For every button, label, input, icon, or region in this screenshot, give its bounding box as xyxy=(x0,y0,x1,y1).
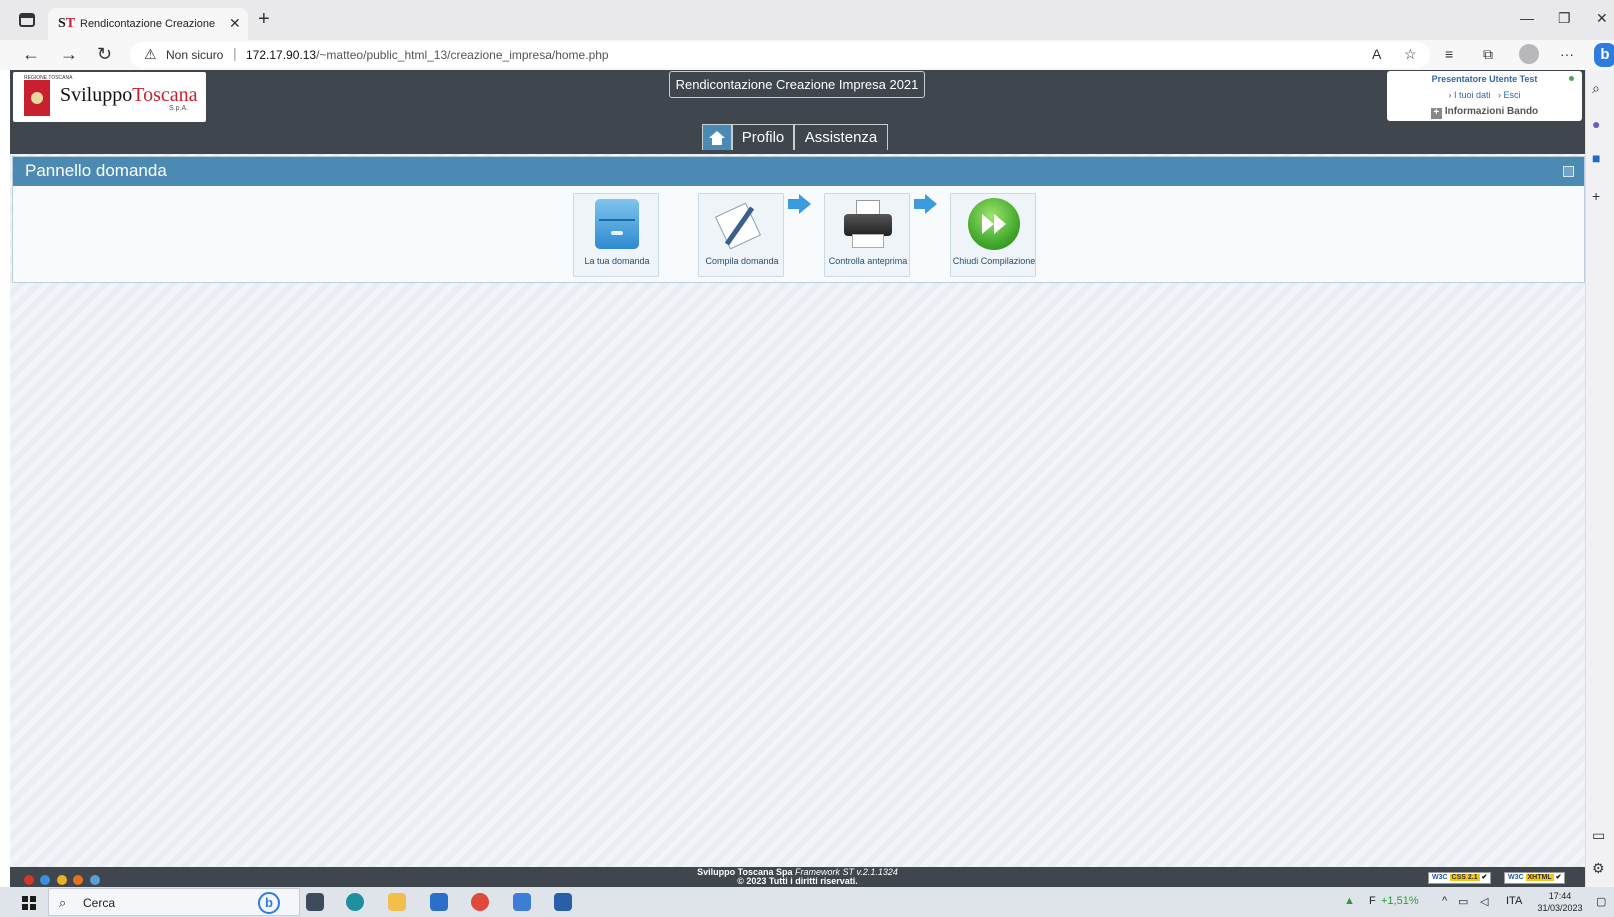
photos-icon[interactable] xyxy=(554,893,572,911)
more-icon[interactable]: ··· xyxy=(1560,46,1574,62)
step-controlla-anteprima[interactable]: Controlla anteprima xyxy=(824,193,910,277)
site-footer: Sviluppo Toscana Spa Framework ST v.2.1.… xyxy=(10,867,1585,887)
arrow-right-icon xyxy=(914,194,938,214)
notifications-icon[interactable]: ▢ xyxy=(1596,895,1606,908)
panel-title: Pannello domanda xyxy=(25,161,167,180)
clock-time: 17:44 xyxy=(1548,891,1572,901)
step-compila-domanda[interactable]: Compila domanda xyxy=(698,193,784,277)
browser-tab-bar: ST Rendicontazione Creazione Impr ✕ + — … xyxy=(0,0,1614,40)
tools-icon[interactable]: ● xyxy=(1592,116,1600,132)
fast-forward-icon xyxy=(968,198,1020,250)
sidebar-toggle-icon[interactable]: ▭ xyxy=(1592,827,1605,843)
taskbar-search[interactable]: ⌕ Cerca b xyxy=(48,888,300,916)
warning-icon: ⚠ xyxy=(144,46,157,62)
search-icon[interactable]: ⌕ xyxy=(1592,80,1600,96)
stock-trend-icon[interactable]: ▲ xyxy=(1344,895,1355,907)
favicon: ST xyxy=(58,16,76,31)
close-tab-icon[interactable]: ✕ xyxy=(229,15,241,32)
footer-text: Sviluppo Toscana Spa Framework ST v.2.1.… xyxy=(697,867,898,886)
nav-assistenza[interactable]: Assistenza xyxy=(794,124,888,150)
tab-actions-icon[interactable] xyxy=(19,13,35,27)
notepad-icon[interactable] xyxy=(513,893,531,911)
restore-icon[interactable]: ❐ xyxy=(1558,10,1571,27)
logo-spa: S.p.A. xyxy=(169,105,189,112)
nav-profilo[interactable]: Profilo xyxy=(732,124,794,150)
windows-taskbar: ⌕ Cerca b ▲ F +1,51% ^ ▭ ◁ ITA 17:44 31/… xyxy=(0,887,1614,917)
panel-collapse-icon[interactable] xyxy=(1563,166,1574,177)
reload-icon[interactable]: ↻ xyxy=(97,43,112,65)
collections-icon[interactable]: ⧉ xyxy=(1483,46,1493,63)
w3c-xhtml-badge[interactable]: W3C XHTML ✔ xyxy=(1504,872,1566,884)
web-page: REGIONE TOSCANA SviluppoToscana S.p.A. R… xyxy=(10,70,1585,887)
url-field[interactable]: ⚠ Non sicuro | 172.17.90.13/~matteo/publ… xyxy=(130,42,1430,68)
site-logo[interactable]: REGIONE TOSCANA SviluppoToscana S.p.A. xyxy=(13,72,206,122)
step-label: La tua domanda xyxy=(584,256,650,266)
outlook-icon[interactable]: ■ xyxy=(1592,150,1600,166)
cabinet-icon xyxy=(595,199,639,249)
settings-icon[interactable]: ⚙ xyxy=(1592,860,1605,876)
bing-chat-icon[interactable]: b xyxy=(1594,43,1614,67)
app-title: Rendicontazione Creazione Impresa 2021 xyxy=(669,71,925,98)
pen-paper-icon xyxy=(714,202,762,250)
my-data-link[interactable]: › I tuoi dati xyxy=(1448,90,1490,100)
task-view-icon[interactable] xyxy=(306,893,324,911)
tray-chevron-icon[interactable]: ^ xyxy=(1442,895,1447,907)
user-name: Presentatore Utente Test xyxy=(1431,74,1538,84)
w3c-css-badge[interactable]: W3C CSS 2.1 ✔ xyxy=(1428,872,1492,884)
bing-icon[interactable]: b xyxy=(258,892,280,914)
read-aloud-icon[interactable]: A xyxy=(1372,46,1381,62)
site-header: REGIONE TOSCANA SviluppoToscana S.p.A. R… xyxy=(10,70,1585,154)
add-icon[interactable]: + xyxy=(1592,188,1600,204)
pannello-domanda: Pannello domanda La tua domanda Compila … xyxy=(12,156,1585,283)
profile-avatar[interactable] xyxy=(1519,44,1539,64)
clock[interactable]: 17:44 31/03/2023 xyxy=(1532,890,1588,914)
user-box: Presentatore Utente Test › I tuoi dati ›… xyxy=(1387,71,1582,121)
stock-letter[interactable]: F xyxy=(1369,895,1376,907)
language-indicator[interactable]: ITA xyxy=(1506,895,1522,907)
not-secure-label: Non sicuro xyxy=(166,48,224,62)
nav-home[interactable] xyxy=(702,124,732,150)
stock-change[interactable]: +1,51% xyxy=(1381,895,1419,907)
volume-muted-icon[interactable]: ◁ xyxy=(1480,895,1488,908)
step-la-tua-domanda[interactable]: La tua domanda xyxy=(573,193,659,277)
url-text: 172.17.90.13/~matteo/public_html_13/crea… xyxy=(246,48,609,62)
user-links: › I tuoi dati › Esci xyxy=(1387,90,1582,100)
region-shield-icon xyxy=(24,80,50,116)
arrow-right-icon xyxy=(788,194,812,214)
outlook-icon[interactable] xyxy=(430,893,448,911)
chrome-icon[interactable] xyxy=(471,893,489,911)
browser-tab[interactable]: ST Rendicontazione Creazione Impr ✕ xyxy=(48,8,248,40)
step-label: Compila domanda xyxy=(705,256,779,266)
favorites-icon[interactable]: ≡ xyxy=(1445,46,1453,62)
network-icon[interactable]: ▭ xyxy=(1458,895,1468,908)
edge-icon[interactable] xyxy=(346,893,364,911)
info-bando-link[interactable]: + Informazioni Bando xyxy=(1387,106,1582,119)
close-window-icon[interactable]: ✕ xyxy=(1596,10,1608,27)
new-tab-icon[interactable]: + xyxy=(258,9,270,29)
tab-title: Rendicontazione Creazione Impr xyxy=(80,18,218,30)
back-icon[interactable]: ← xyxy=(22,43,40,65)
forward-icon[interactable]: → xyxy=(60,43,78,65)
home-icon xyxy=(709,131,725,145)
logo-wordmark: SviluppoToscana xyxy=(60,84,198,106)
edge-sidebar: ⌕ ● ■ + ▭ ⚙ xyxy=(1585,70,1614,887)
search-icon: ⌕ xyxy=(59,895,67,910)
file-explorer-icon[interactable] xyxy=(388,893,406,911)
search-label: Cerca xyxy=(83,896,116,910)
step-label: Chiudi Compilazione xyxy=(952,256,1036,266)
url-separator: | xyxy=(233,45,237,61)
step-chiudi-compilazione[interactable]: Chiudi Compilazione xyxy=(950,193,1036,277)
clock-date: 31/03/2023 xyxy=(1537,903,1583,913)
windows-start-icon[interactable] xyxy=(22,896,36,910)
panel-header: Pannello domanda xyxy=(13,157,1584,186)
printer-icon xyxy=(842,200,894,250)
expand-icon: + xyxy=(1430,108,1442,119)
step-label: Controlla anteprima xyxy=(828,256,908,266)
add-favorite-icon[interactable]: ☆ xyxy=(1404,46,1417,63)
minimize-icon[interactable]: — xyxy=(1520,10,1534,26)
logout-link[interactable]: › Esci xyxy=(1498,90,1521,100)
address-bar: ← → ↻ ⚠ Non sicuro | 172.17.90.13/~matte… xyxy=(0,40,1614,70)
